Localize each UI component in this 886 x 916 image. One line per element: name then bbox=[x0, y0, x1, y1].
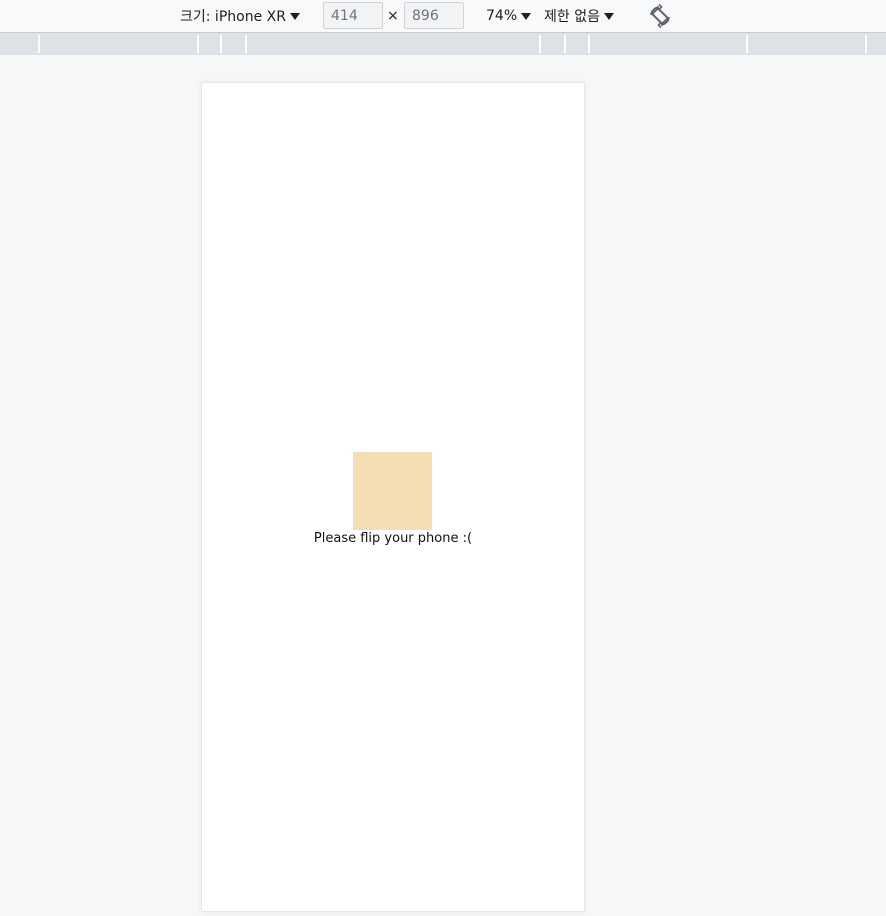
rotate-icon bbox=[650, 3, 670, 29]
throttle-dropdown[interactable]: 제한 없음 bbox=[544, 0, 614, 32]
width-value: 414 bbox=[331, 7, 358, 24]
times-label: × bbox=[387, 8, 399, 24]
zoom-label: 74% bbox=[486, 8, 518, 24]
height-input[interactable]: 896 bbox=[404, 2, 464, 29]
ruler-tick bbox=[197, 35, 199, 53]
ruler-tick bbox=[588, 35, 590, 53]
ruler-tick bbox=[245, 35, 247, 53]
orientation-square bbox=[353, 452, 432, 530]
device-size-label: 크기: iPhone XR bbox=[180, 9, 286, 25]
ruler-tick bbox=[220, 35, 222, 53]
ruler-tick bbox=[539, 35, 541, 53]
ruler-tick bbox=[38, 35, 40, 53]
ruler-tick bbox=[865, 35, 867, 53]
device-size-dropdown[interactable]: 크기: iPhone XR bbox=[180, 0, 300, 32]
chevron-down-icon bbox=[289, 12, 300, 20]
flip-phone-message: Please flip your phone :( bbox=[313, 531, 473, 546]
chevron-down-icon bbox=[521, 12, 532, 20]
height-value: 896 bbox=[412, 7, 439, 24]
throttle-label: 제한 없음 bbox=[544, 9, 600, 25]
rotate-button[interactable] bbox=[647, 3, 673, 29]
zoom-dropdown[interactable]: 74% bbox=[486, 0, 532, 32]
device-toolbar: 크기: iPhone XR 414 × 896 74% 제한 없음 bbox=[0, 0, 886, 33]
chevron-down-icon bbox=[603, 12, 614, 20]
media-query-ruler[interactable] bbox=[0, 33, 886, 55]
ruler-tick bbox=[746, 35, 748, 53]
width-input[interactable]: 414 bbox=[323, 2, 383, 29]
ruler-tick bbox=[564, 35, 566, 53]
